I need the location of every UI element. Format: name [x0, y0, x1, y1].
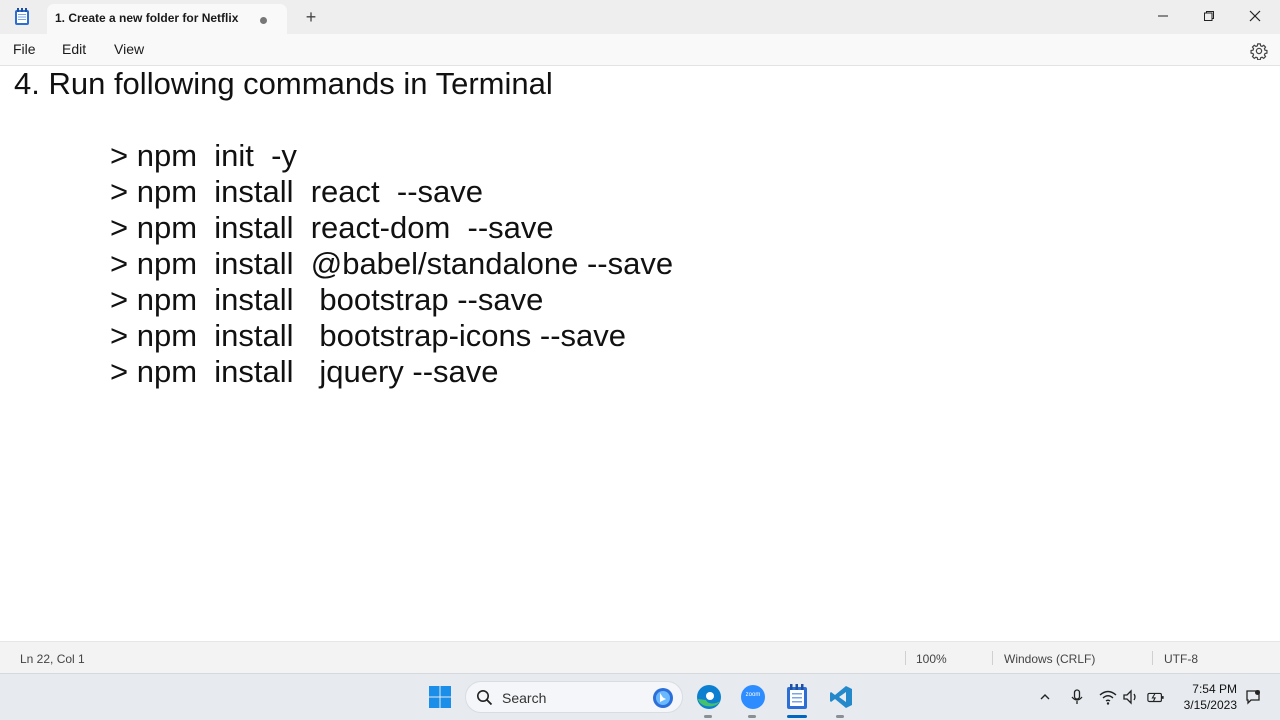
chevron-up-icon[interactable] — [1036, 688, 1054, 706]
editor-line: > npm install react --save — [110, 174, 483, 209]
status-divider — [992, 651, 993, 665]
clock-time[interactable]: 7:54 PM — [1185, 682, 1237, 696]
close-icon[interactable] — [1232, 0, 1278, 32]
running-indicator — [748, 715, 756, 718]
notepad-icon — [14, 8, 30, 26]
line-ending[interactable]: Windows (CRLF) — [1004, 652, 1095, 666]
taskbar-search[interactable]: Search — [465, 681, 683, 713]
encoding[interactable]: UTF-8 — [1164, 652, 1198, 666]
title-bar: 1. Create a new folder for Netflix + — [0, 0, 1280, 34]
notification-icon[interactable] — [1244, 688, 1262, 706]
zoom-icon[interactable]: zoom — [739, 683, 767, 711]
gear-icon[interactable] — [1250, 42, 1268, 61]
editor-line: > npm init -y — [110, 138, 297, 173]
status-divider — [1152, 651, 1153, 665]
editor-line: > npm install jquery --save — [110, 354, 499, 389]
cursor-position[interactable]: Ln 22, Col 1 — [20, 652, 85, 666]
taskbar: Search zoom 7:54 PM 3/15/2023 — [0, 673, 1280, 720]
speaker-icon[interactable] — [1122, 688, 1140, 706]
running-indicator — [704, 715, 712, 718]
edge-icon[interactable] — [695, 683, 723, 711]
search-label: Search — [502, 690, 547, 706]
notepad-taskbar-icon[interactable] — [783, 683, 811, 711]
text-editor[interactable]: 4. Run following commands in Terminal > … — [0, 66, 1280, 641]
menu-view[interactable]: View — [114, 41, 144, 57]
unsaved-dot-icon[interactable] — [256, 13, 270, 27]
zoom-label: zoom — [745, 692, 761, 698]
status-divider — [905, 651, 906, 665]
maximize-icon[interactable] — [1186, 0, 1232, 32]
vscode-icon[interactable] — [827, 683, 855, 711]
bing-icon[interactable] — [652, 687, 674, 714]
status-bar: Ln 22, Col 1 100% Windows (CRLF) UTF-8 — [0, 641, 1280, 673]
editor-line: > npm install bootstrap-icons --save — [110, 318, 627, 353]
menu-bar: File Edit View — [0, 34, 1280, 66]
editor-line: 4. Run following commands in Terminal — [14, 66, 553, 101]
menu-edit[interactable]: Edit — [62, 41, 86, 57]
zoom-level[interactable]: 100% — [916, 652, 947, 666]
editor-line: > npm install bootstrap --save — [110, 282, 544, 317]
running-indicator — [836, 715, 844, 718]
menu-file[interactable]: File — [13, 41, 36, 57]
editor-line: > npm install @babel/standalone --save — [110, 246, 674, 281]
battery-icon[interactable] — [1147, 688, 1165, 706]
microphone-icon[interactable] — [1068, 688, 1086, 706]
tab-title: 1. Create a new folder for Netflix — [55, 11, 239, 25]
plus-icon[interactable]: + — [300, 6, 322, 28]
windows-icon[interactable] — [426, 683, 454, 711]
tab-document[interactable]: 1. Create a new folder for Netflix — [47, 4, 287, 34]
wifi-icon[interactable] — [1099, 688, 1117, 706]
active-indicator — [787, 715, 807, 718]
clock-date[interactable]: 3/15/2023 — [1176, 698, 1237, 712]
editor-line: > npm install react-dom --save — [110, 210, 554, 245]
minimize-icon[interactable] — [1140, 0, 1186, 32]
search-icon — [476, 689, 493, 711]
